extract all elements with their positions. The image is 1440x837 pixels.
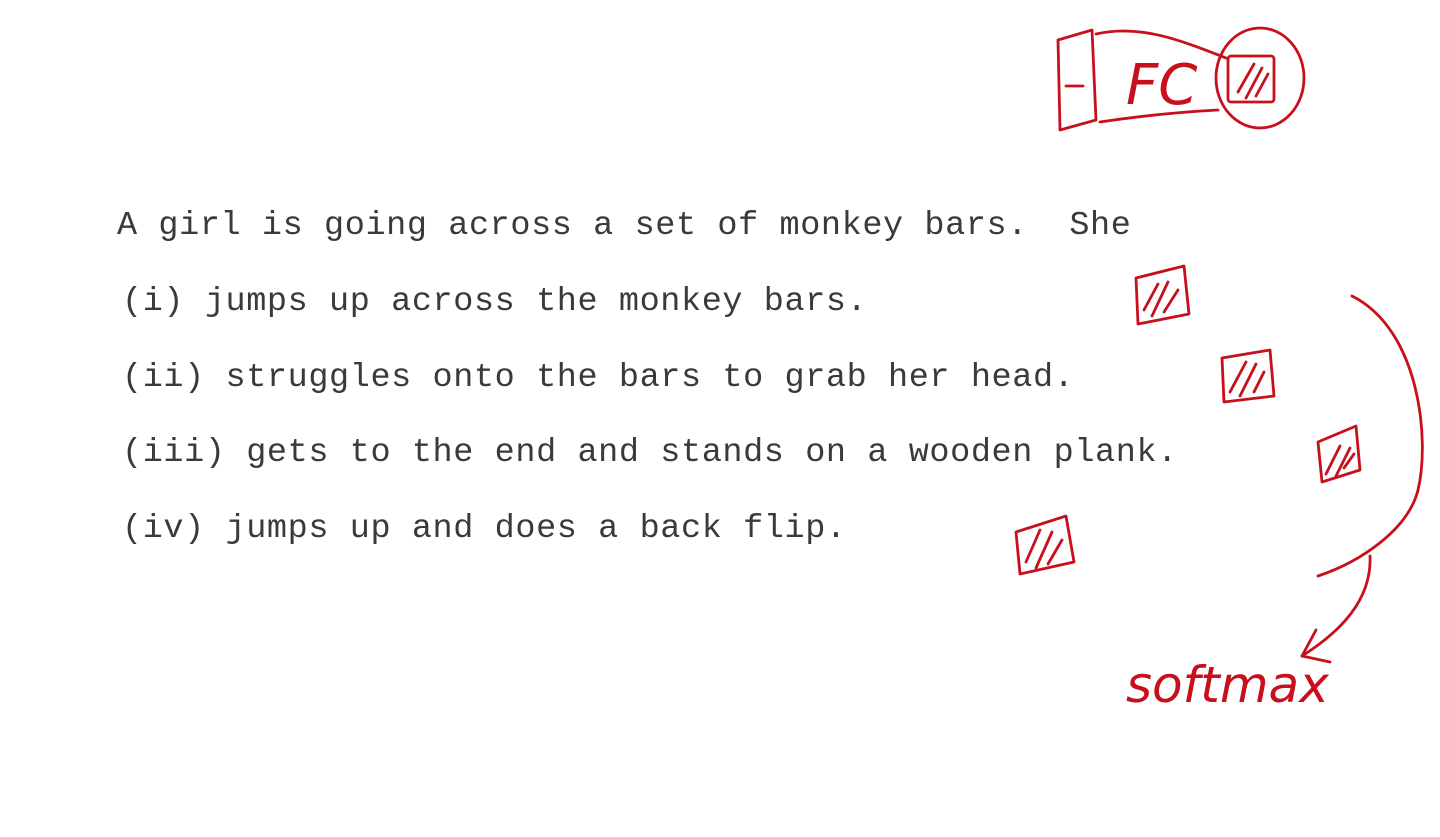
score-box-3	[1316, 424, 1362, 484]
output-circle	[1214, 26, 1306, 130]
option-3-text: (iii) gets to the end and stands on a wo…	[122, 434, 1178, 472]
handwritten-annotations: FC softmax	[1014, 26, 1424, 714]
score-box-1	[1134, 264, 1191, 326]
option-1-text: (i) jumps up across the monkey bars.	[122, 283, 868, 321]
score-box-4	[1014, 514, 1076, 576]
output-box-hatching	[1236, 62, 1270, 100]
option-4-text: (iv) jumps up and does a back flip.	[122, 510, 847, 548]
fc-label: FC	[1126, 53, 1197, 118]
softmax-label: softmax	[1126, 656, 1329, 714]
premise-text: A girl is going across a set of monkey b…	[117, 207, 1132, 245]
fc-diagram: FC	[1056, 26, 1306, 132]
grouping-bracket	[1316, 294, 1424, 578]
arrow-to-softmax	[1300, 554, 1372, 658]
output-box	[1226, 54, 1276, 104]
arrow-head	[1300, 628, 1332, 664]
option-2-text: (ii) struggles onto the bars to grab her…	[122, 359, 1075, 397]
score-box-2	[1220, 348, 1276, 404]
input-vector-box	[1056, 28, 1098, 132]
fc-trapezoid	[1094, 29, 1228, 124]
